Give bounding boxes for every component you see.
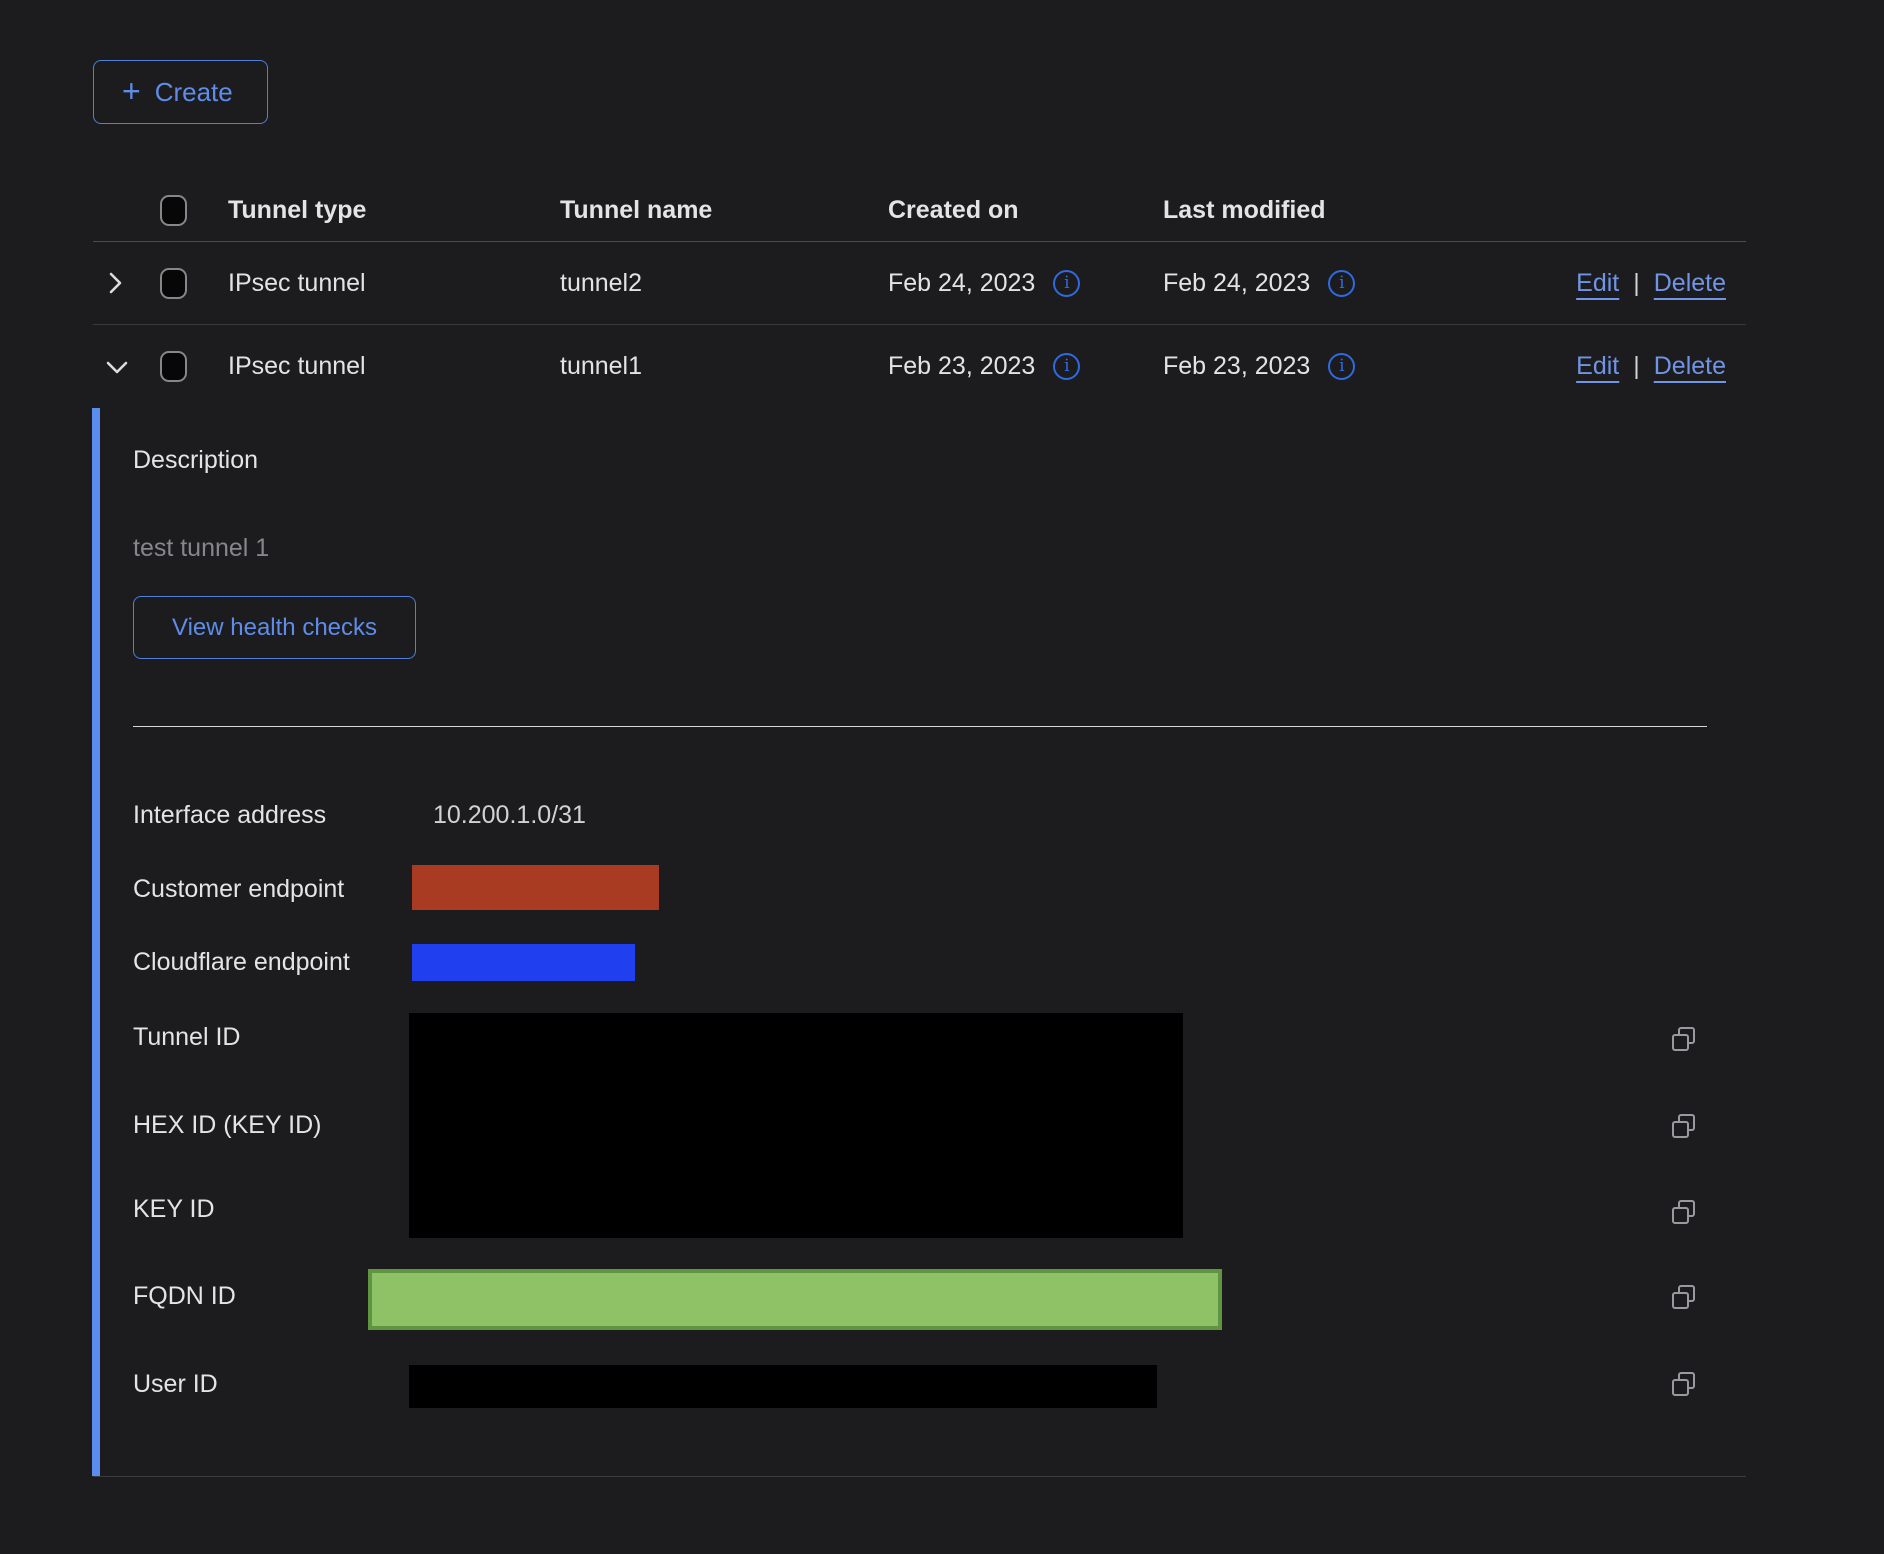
- plus-icon: +: [122, 75, 141, 107]
- tunnels-page: + Create Tunnel type Tunnel name Created…: [0, 0, 1884, 1554]
- delete-link[interactable]: Delete: [1654, 352, 1726, 381]
- copy-user-id-icon[interactable]: [1668, 1369, 1700, 1401]
- header-tunnel-type: Tunnel type: [228, 196, 560, 225]
- select-all-checkbox[interactable]: [160, 195, 187, 226]
- section-divider: [133, 726, 1707, 727]
- row-checkbox[interactable]: [160, 268, 187, 299]
- tunnel-detail-panel: Description test tunnel 1 View health ch…: [93, 408, 1746, 1477]
- tunnel-id-label: Tunnel ID: [133, 1023, 240, 1052]
- table-row: IPsec tunnel tunnel2 Feb 24, 2023 i Feb …: [93, 242, 1746, 325]
- table-header-row: Tunnel type Tunnel name Created on Last …: [93, 180, 1746, 242]
- info-icon[interactable]: i: [1053, 353, 1080, 380]
- info-icon[interactable]: i: [1053, 270, 1080, 297]
- copy-tunnel-id-icon[interactable]: [1668, 1024, 1700, 1056]
- fqdn-id-label: FQDN ID: [133, 1282, 236, 1311]
- tunnel-type-cell: IPsec tunnel: [228, 352, 560, 381]
- table-row: IPsec tunnel tunnel1 Feb 23, 2023 i Feb …: [93, 325, 1746, 408]
- copy-key-id-icon[interactable]: [1668, 1197, 1700, 1229]
- action-separator: |: [1633, 269, 1640, 298]
- chevron-down-icon[interactable]: [103, 355, 131, 379]
- header-tunnel-name: Tunnel name: [560, 196, 888, 225]
- chevron-right-icon[interactable]: [103, 269, 127, 297]
- create-button-label: Create: [155, 77, 233, 108]
- copy-hex-id-icon[interactable]: [1668, 1111, 1700, 1143]
- interface-address-value: 10.200.1.0/31: [433, 801, 586, 830]
- customer-endpoint-label: Customer endpoint: [133, 875, 344, 904]
- edit-link[interactable]: Edit: [1576, 352, 1619, 381]
- create-button[interactable]: + Create: [93, 60, 268, 124]
- user-id-label: User ID: [133, 1370, 218, 1399]
- user-id-redaction: [409, 1365, 1157, 1408]
- action-separator: |: [1633, 352, 1640, 381]
- info-icon[interactable]: i: [1328, 270, 1355, 297]
- created-on-cell: Feb 23, 2023: [888, 352, 1035, 381]
- tunnels-table: Tunnel type Tunnel name Created on Last …: [93, 180, 1746, 408]
- row-checkbox[interactable]: [160, 351, 187, 382]
- edit-link[interactable]: Edit: [1576, 269, 1619, 298]
- view-health-checks-button[interactable]: View health checks: [133, 596, 416, 659]
- tunnel-name-cell: tunnel2: [560, 269, 888, 298]
- last-modified-cell: Feb 24, 2023: [1163, 269, 1310, 298]
- tunnel-type-cell: IPsec tunnel: [228, 269, 560, 298]
- info-icon[interactable]: i: [1328, 353, 1355, 380]
- cloudflare-endpoint-redaction: [412, 944, 635, 981]
- header-last-modified: Last modified: [1163, 196, 1534, 225]
- copy-fqdn-id-icon[interactable]: [1668, 1282, 1700, 1314]
- customer-endpoint-redaction: [412, 865, 659, 910]
- description-label: Description: [133, 446, 258, 475]
- hex-id-label: HEX ID (KEY ID): [133, 1111, 321, 1140]
- ids-redaction: [409, 1013, 1183, 1238]
- interface-address-label: Interface address: [133, 801, 326, 830]
- created-on-cell: Feb 24, 2023: [888, 269, 1035, 298]
- cloudflare-endpoint-label: Cloudflare endpoint: [133, 948, 350, 977]
- fqdn-id-redaction: [368, 1269, 1222, 1330]
- header-created-on: Created on: [888, 196, 1163, 225]
- delete-link[interactable]: Delete: [1654, 269, 1726, 298]
- tunnel-name-cell: tunnel1: [560, 352, 888, 381]
- key-id-label: KEY ID: [133, 1195, 215, 1224]
- last-modified-cell: Feb 23, 2023: [1163, 352, 1310, 381]
- panel-accent-bar: [92, 408, 100, 1476]
- description-value: test tunnel 1: [133, 534, 269, 563]
